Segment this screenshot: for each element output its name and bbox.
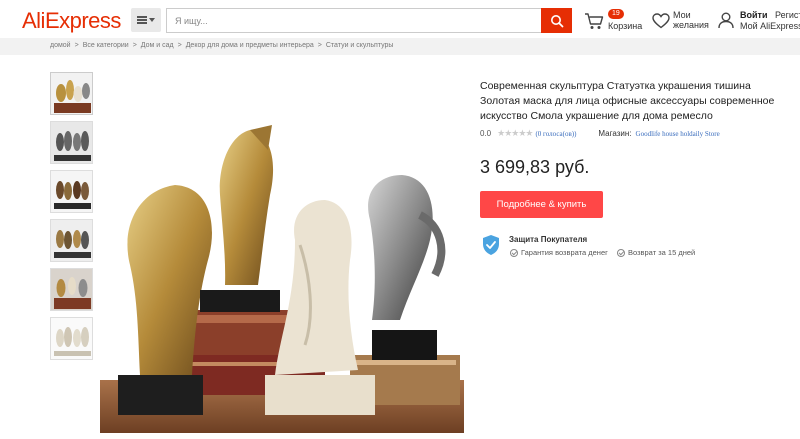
search-icon (550, 14, 563, 27)
thumbnail-5[interactable] (50, 268, 93, 311)
buyer-protection: Защита Покупателя Гарантия возврата дене… (481, 234, 781, 260)
thumbnail-1[interactable] (50, 72, 93, 115)
heart-icon (652, 13, 670, 29)
store-label: Магазин: (598, 129, 632, 138)
product-thumbnail-image (51, 171, 92, 212)
check-circle-icon (510, 248, 518, 257)
breadcrumb-bar: домой > Все категории > Дом и сад > Декор для … (0, 38, 800, 55)
header: AliExpress 19 Корзина Мои желания Войти (0, 0, 800, 40)
product-thumbnail-image (51, 318, 92, 359)
register-link[interactable]: Регист (775, 10, 800, 20)
thumbnail-3[interactable] (50, 170, 93, 213)
cart-label: Корзина (608, 21, 643, 31)
product-thumbnail-image (51, 269, 92, 310)
product-thumbnail-image (51, 73, 92, 114)
thumbnail-4[interactable] (50, 219, 93, 262)
cart-link[interactable]: 19 Корзина (584, 9, 644, 35)
votes-link[interactable]: (0 голоса(ов)) (535, 130, 576, 138)
guarantee-return: Возврат за 15 дней (617, 248, 695, 257)
breadcrumb-item[interactable]: Дом и сад (141, 42, 174, 49)
breadcrumb-item[interactable]: домой (50, 42, 71, 49)
breadcrumb: домой > Все категории > Дом и сад > Декор для … (50, 42, 393, 49)
cart-icon (585, 13, 604, 29)
product-title: Современная скульптура Статуэтка украшен… (480, 80, 775, 122)
product-price: 3 699,83 руб. (480, 157, 590, 177)
guarantee-refund-label: Гарантия возврата денег (521, 248, 608, 257)
search-button[interactable] (541, 8, 572, 33)
thumbnail-strip (50, 72, 94, 366)
hamburger-icon (137, 16, 147, 24)
my-aliexpress-link[interactable]: Мой AliExpress (740, 21, 800, 31)
thumbnail-2[interactable] (50, 121, 93, 164)
star-icon: ★★★★★ (497, 128, 533, 138)
main-product-image[interactable] (100, 75, 464, 433)
guarantee-refund: Гарантия возврата денег (510, 248, 608, 257)
breadcrumb-separator: > (177, 42, 182, 49)
store-link[interactable]: Goodlife house holdaily Store (636, 130, 720, 138)
signin-link[interactable]: Войти (740, 10, 767, 20)
categories-menu-button[interactable] (131, 8, 161, 32)
wishlist-label: Мои желания (673, 10, 709, 30)
shield-icon (483, 235, 499, 255)
breadcrumb-item[interactable]: Декор для дома и предметы интерьера (186, 42, 314, 49)
product-info: Современная скульптура Статуэтка украшен… (480, 79, 780, 139)
breadcrumb-separator: > (74, 42, 79, 49)
signin-register[interactable]: Войти Регист (740, 10, 800, 20)
breadcrumb-separator: > (132, 42, 137, 49)
thumbnail-6[interactable] (50, 317, 93, 360)
account-menu[interactable]: Войти Регист Мой AliExpress (717, 8, 800, 34)
product-thumbnail-image (51, 122, 92, 163)
rating-row: 0.0 ★★★★★ (0 голоса(ов)) Магазин: Goodli… (480, 128, 780, 139)
buy-button[interactable]: Подробнее & купить (480, 191, 603, 218)
search-input[interactable] (166, 8, 542, 33)
caret-down-icon (149, 18, 155, 22)
breadcrumb-item[interactable]: Все категории (83, 42, 129, 49)
user-icon (718, 12, 734, 29)
rating-value: 0.0 (480, 129, 492, 138)
guarantee-return-label: Возврат за 15 дней (628, 248, 696, 257)
product-photo (100, 75, 464, 433)
wishlist-link[interactable]: Мои желания (652, 9, 712, 35)
breadcrumb-separator: > (317, 42, 322, 49)
protection-title: Защита Покупателя (509, 235, 588, 244)
check-circle-icon (617, 248, 625, 257)
product-thumbnail-image (51, 220, 92, 261)
breadcrumb-item[interactable]: Статуи и скульптуры (326, 42, 394, 49)
aliexpress-logo[interactable]: AliExpress (22, 8, 121, 34)
cart-count-badge: 19 (608, 9, 624, 19)
